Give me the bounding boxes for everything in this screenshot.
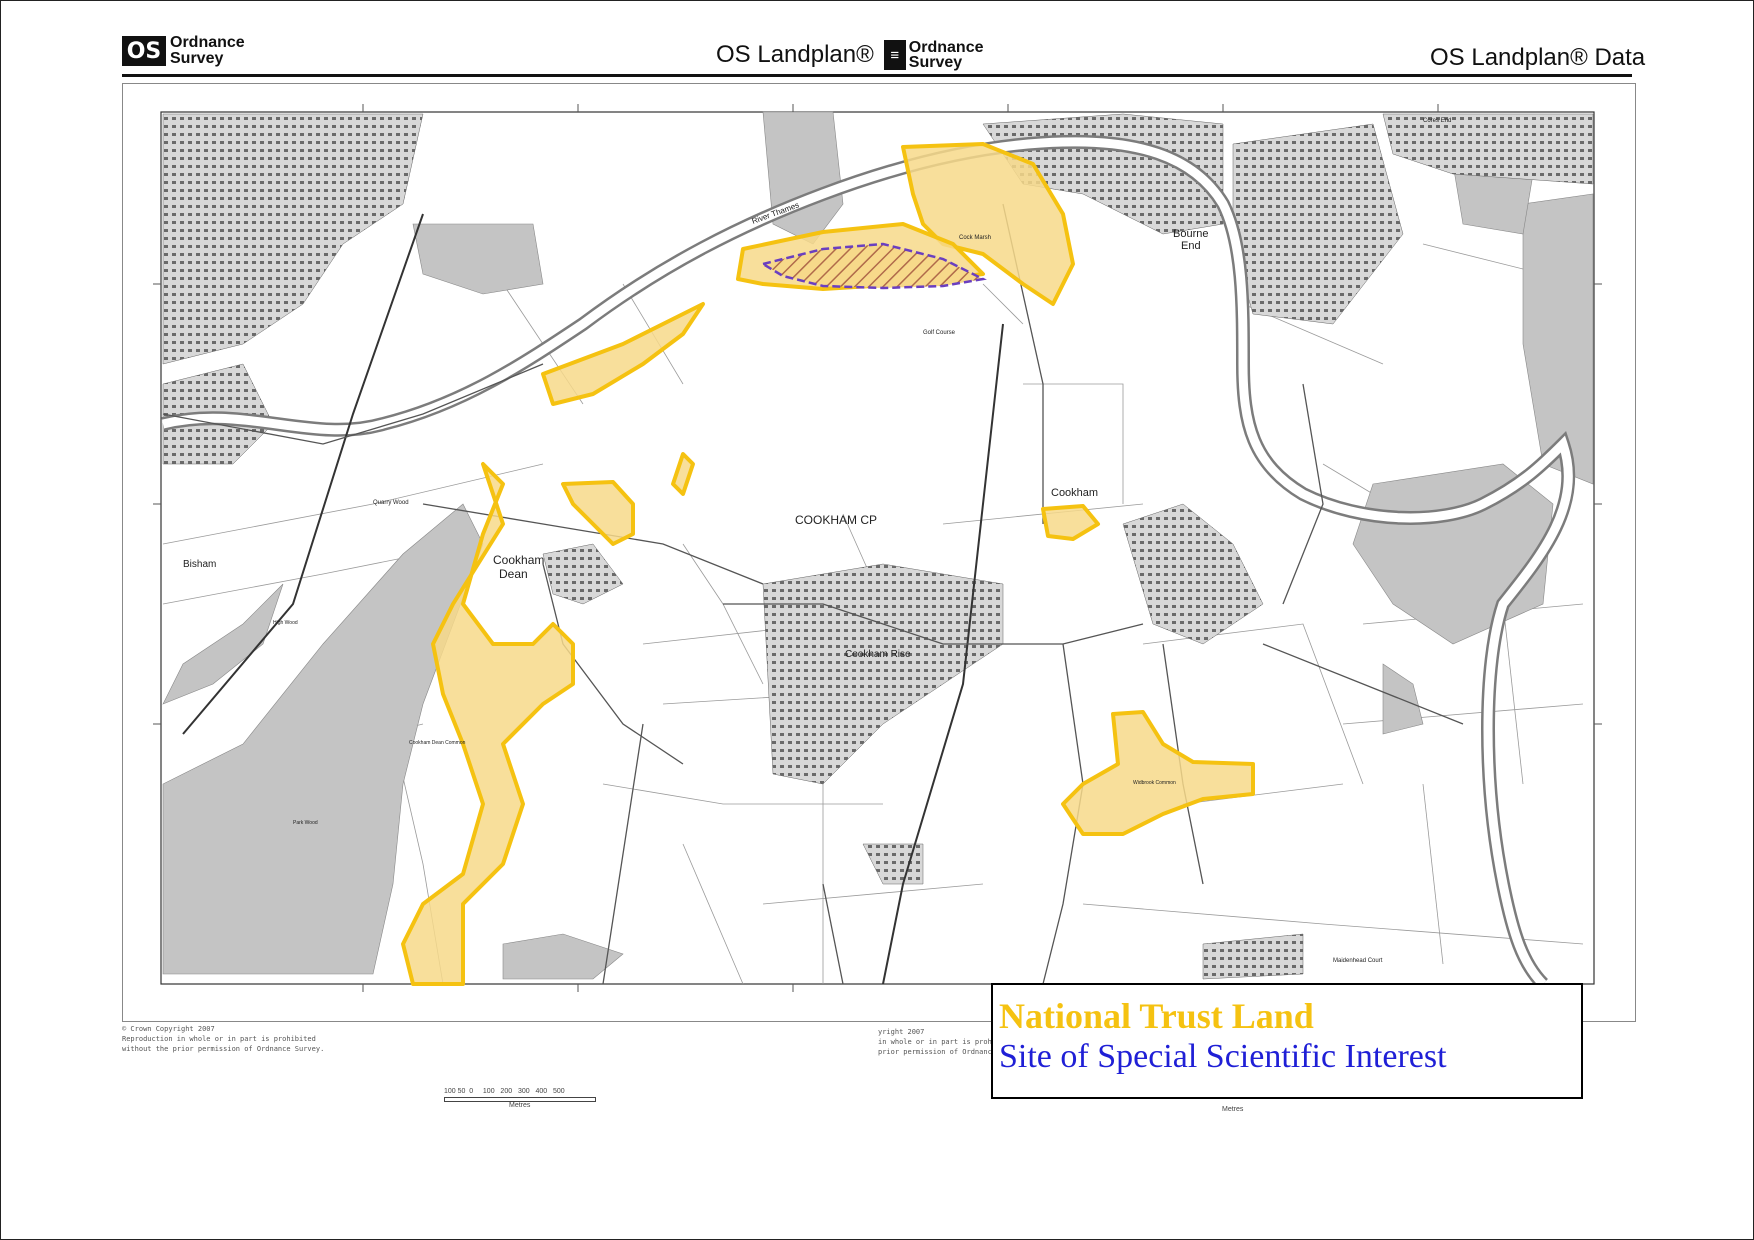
label-maidenhead-court: Maidenhead Court <box>1333 958 1383 964</box>
center-logo-line-1: Ordnance <box>908 39 984 56</box>
label-cookham-dean-1: Cookham <box>493 553 544 567</box>
header-rule <box>122 74 1632 77</box>
header-center: OS Landplan® ≡ Ordnance Survey <box>716 39 984 71</box>
legend-national-trust: National Trust Land <box>999 996 1314 1036</box>
label-bourne-end-2: End <box>1181 240 1201 252</box>
label-cookham: Cookham <box>1051 487 1098 499</box>
label-cores-end: Cores End <box>1423 118 1451 124</box>
center-logo-line-2: Survey <box>908 54 963 71</box>
map-sheet: Cookham Dean COOKHAM CP Cookham Cookham … <box>122 83 1636 1022</box>
copyright-left-3: without the prior permission of Ordnance… <box>122 1045 325 1053</box>
label-bisham: Bisham <box>183 559 216 570</box>
copyright-left-1: © Crown Copyright 2007 <box>122 1025 215 1033</box>
os-map: Cookham Dean COOKHAM CP Cookham Cookham … <box>153 104 1602 992</box>
label-cock-marsh: Cock Marsh <box>959 235 991 241</box>
header-right-title: OS Landplan® Data <box>1430 44 1646 71</box>
label-cookham-dean-common: Cookham Dean Common <box>409 740 466 746</box>
center-os-logo: ≡ Ordnance Survey <box>883 39 984 71</box>
label-bourne-end-1: Bourne <box>1173 228 1208 240</box>
copyright-left: © Crown Copyright 2007 Reproduction in w… <box>122 1024 324 1054</box>
label-cookham-cp: COOKHAM CP <box>795 513 877 527</box>
scale-bar-unit: Metres <box>509 1102 531 1109</box>
map-legend: National Trust Land Site of Special Scie… <box>991 983 1583 1099</box>
os-logo-symbol: OS <box>122 36 166 66</box>
ordnance-survey-logo: OS Ordnance Survey <box>122 34 245 68</box>
label-park-wood: Park Wood <box>293 820 318 826</box>
logo-line-1: Ordnance <box>170 34 245 51</box>
copyright-mid-3: prior permission of Ordnance Su <box>878 1048 1009 1056</box>
scale-bar: 100 50 0 100 200 300 400 500 Metres <box>444 1088 596 1109</box>
copyright-left-2: Reproduction in whole or in part is proh… <box>122 1035 316 1043</box>
label-golf-course: Golf Course <box>923 330 956 336</box>
scale-bar-ticks: 100 50 0 100 200 300 400 500 <box>444 1088 565 1095</box>
center-title: OS Landplan® <box>716 41 874 68</box>
scale-bar-unit-right: Metres <box>1222 1106 1244 1113</box>
label-quarry-wood: Quarry Wood <box>373 500 409 506</box>
logo-line-2: Survey <box>170 50 224 67</box>
label-widbrook-common: Widbrook Common <box>1133 780 1176 786</box>
legend-sssi: Site of Special Scientific Interest <box>999 1038 1447 1075</box>
center-os-logo-icon: ≡ <box>883 40 906 70</box>
label-cookham-dean-2: Dean <box>499 567 528 581</box>
copyright-mid-2: in whole or in part is prohibit <box>878 1038 1009 1046</box>
copyright-mid-1: yright 2007 <box>878 1028 925 1036</box>
label-cookham-rise: Cookham Rise <box>845 649 911 660</box>
label-high-wood: High Wood <box>273 620 298 626</box>
copyright-middle: yright 2007 in whole or in part is prohi… <box>878 1027 1009 1057</box>
